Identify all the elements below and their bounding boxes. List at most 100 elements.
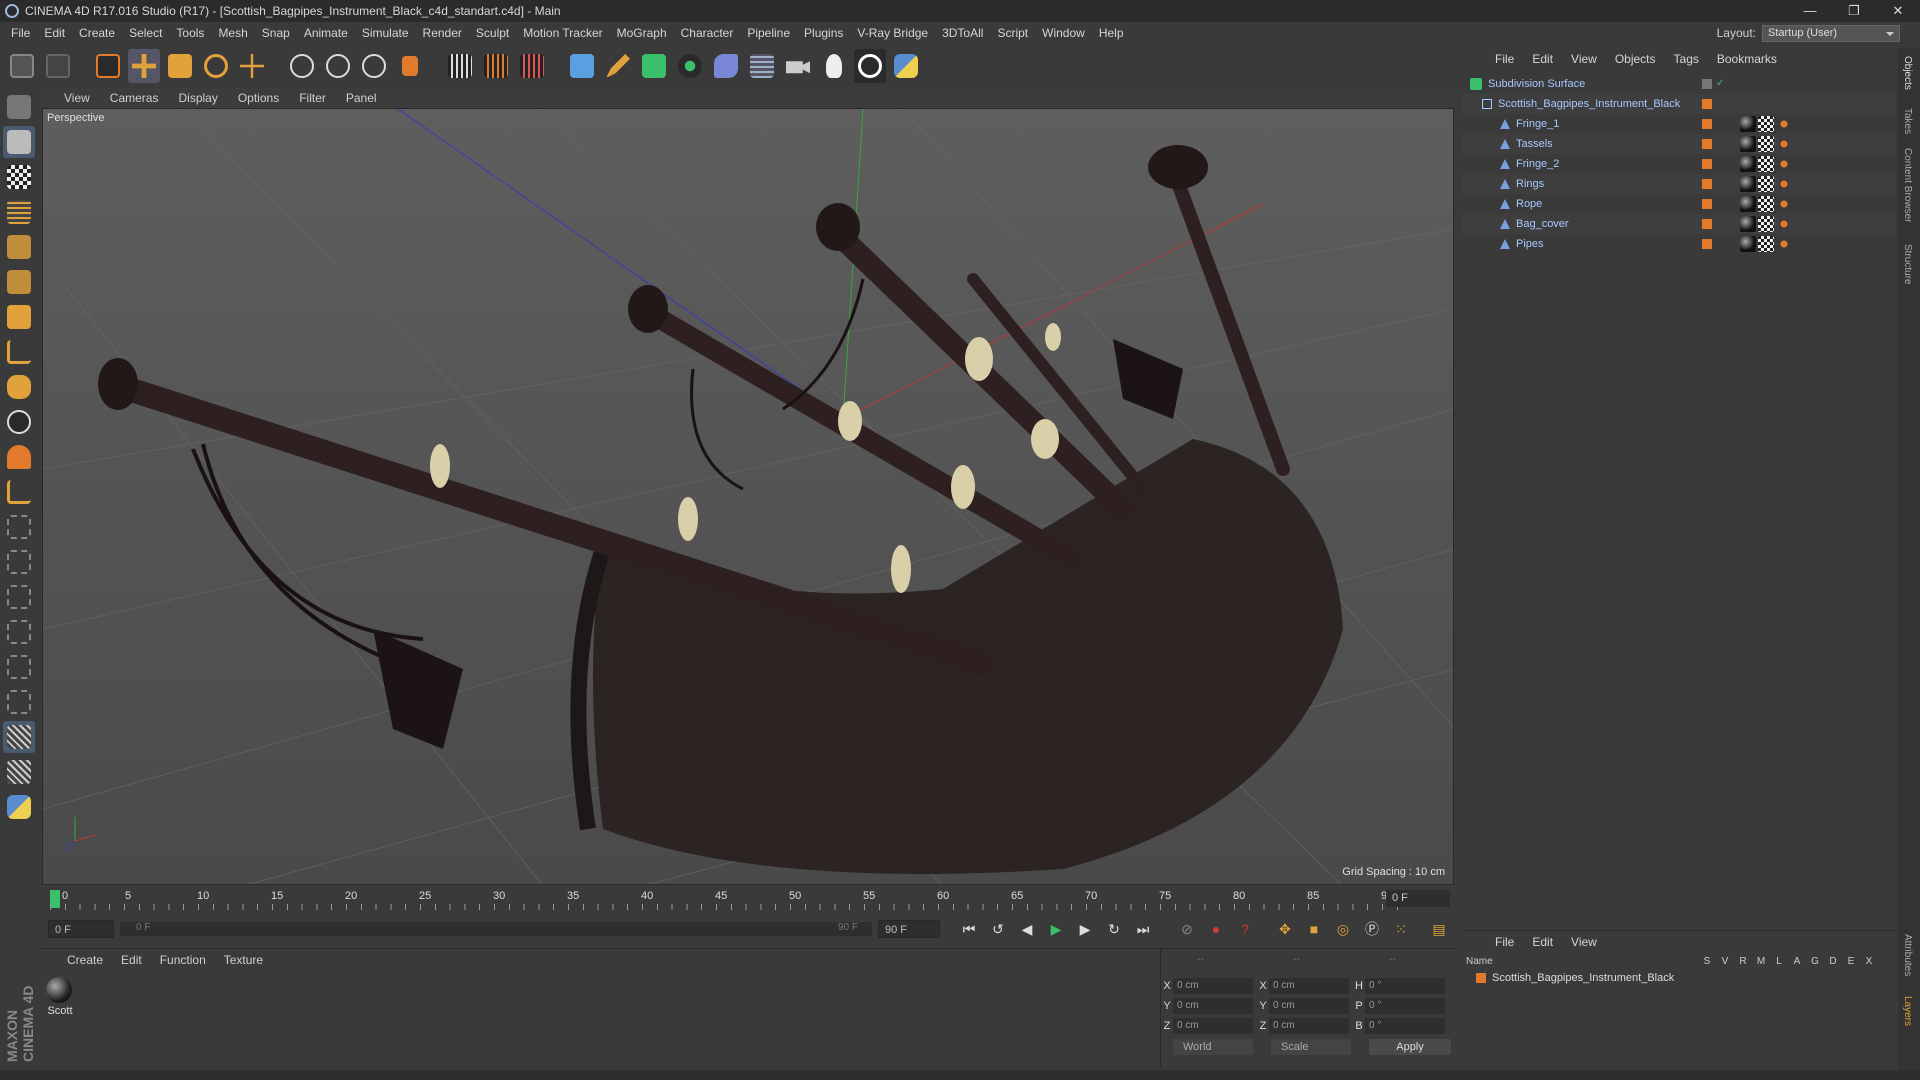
- material-tag-icon[interactable]: [1740, 156, 1756, 172]
- close-button[interactable]: ✕: [1876, 0, 1920, 22]
- menu-file[interactable]: File: [4, 26, 37, 40]
- size-y-field[interactable]: 0 cm: [1269, 998, 1349, 1014]
- menu-character[interactable]: Character: [674, 26, 741, 40]
- side-tab-objects[interactable]: Objects: [1902, 56, 1913, 90]
- undo-button[interactable]: [6, 49, 38, 83]
- material-menu-edit[interactable]: Edit: [112, 953, 151, 967]
- viewport-menu-cameras[interactable]: Cameras: [100, 91, 169, 105]
- om-menu-objects[interactable]: Objects: [1606, 52, 1665, 66]
- object-row-rope[interactable]: Rope: [1462, 194, 1896, 214]
- light-button[interactable]: [818, 49, 850, 83]
- tweak-mode-button[interactable]: [3, 371, 35, 403]
- rotation-p-field[interactable]: 0 °: [1365, 998, 1445, 1014]
- parameter-key-button[interactable]: Ⓟ: [1359, 916, 1385, 942]
- object-row-pipes[interactable]: Pipes: [1462, 234, 1896, 254]
- lock-grid-button[interactable]: [3, 721, 35, 753]
- python-tool-button[interactable]: [3, 791, 35, 823]
- uvw-tag-icon[interactable]: [1758, 236, 1774, 252]
- z-axis-lock-button[interactable]: [358, 49, 390, 83]
- om-menu-tags[interactable]: Tags: [1665, 52, 1708, 66]
- timeline-ruler[interactable]: 0 5 10 15 20 25 30 35 40 45 50 55 60 65 …: [50, 890, 1400, 910]
- menu-create[interactable]: Create: [72, 26, 122, 40]
- snap-button[interactable]: [3, 441, 35, 473]
- play-button[interactable]: ▶: [1043, 916, 1069, 942]
- side-tab-structure[interactable]: Structure: [1902, 244, 1913, 285]
- object-row-fringe-1[interactable]: Fringe_1: [1462, 114, 1896, 134]
- material-menu-function[interactable]: Function: [151, 953, 215, 967]
- uvw-tag-icon[interactable]: [1758, 176, 1774, 192]
- viewport-menu-options[interactable]: Options: [228, 91, 289, 105]
- render-picture-viewer-button[interactable]: [480, 49, 512, 83]
- frame-range-slider[interactable]: 0 F 90 F: [120, 922, 872, 936]
- menu-motion-tracker[interactable]: Motion Tracker: [516, 26, 609, 40]
- material-tag-icon[interactable]: [1740, 136, 1756, 152]
- rotation-key-button[interactable]: ◎: [1330, 916, 1356, 942]
- coordinate-system-button[interactable]: [394, 49, 426, 83]
- position-z-field[interactable]: 0 cm: [1173, 1018, 1253, 1034]
- layer-row[interactable]: Scottish_Bagpipes_Instrument_Black: [1462, 969, 1896, 987]
- menu-3dtoall[interactable]: 3DToAll: [935, 26, 990, 40]
- menu-script[interactable]: Script: [990, 26, 1035, 40]
- lm-menu-file[interactable]: File: [1486, 935, 1523, 949]
- material-swatch[interactable]: Scott: [46, 977, 74, 1017]
- object-row-bagpipes-null[interactable]: Scottish_Bagpipes_Instrument_Black: [1462, 94, 1896, 114]
- recent-tool-button[interactable]: [236, 49, 268, 83]
- object-row-fringe-2[interactable]: Fringe_2: [1462, 154, 1896, 174]
- material-tag-icon[interactable]: [1740, 176, 1756, 192]
- material-tag-icon[interactable]: [1740, 196, 1756, 212]
- x-axis-lock-button[interactable]: [286, 49, 318, 83]
- menu-pipeline[interactable]: Pipeline: [740, 26, 797, 40]
- viewport-menu-panel[interactable]: Panel: [336, 91, 387, 105]
- rotate-tool-button[interactable]: [200, 49, 232, 83]
- side-tab-takes[interactable]: Takes: [1902, 108, 1913, 134]
- phong-tag-icon[interactable]: [1776, 156, 1792, 172]
- viewport-menu-view[interactable]: View: [54, 91, 100, 105]
- live-selection-button[interactable]: [92, 49, 124, 83]
- render-view-button[interactable]: [444, 49, 476, 83]
- workplane-mode-button[interactable]: [3, 196, 35, 228]
- texture-mode-button[interactable]: [3, 161, 35, 193]
- point-level-key-button[interactable]: ⁙: [1388, 916, 1414, 942]
- previous-frame-button[interactable]: ◀: [1014, 916, 1040, 942]
- paint-button[interactable]: [3, 756, 35, 788]
- solo-button[interactable]: [3, 406, 35, 438]
- autokey-button[interactable]: ●: [1203, 916, 1229, 942]
- plugin-s-button[interactable]: [854, 49, 886, 83]
- apply-button[interactable]: Apply: [1369, 1039, 1451, 1055]
- record-keys-button[interactable]: ⊘: [1174, 916, 1200, 942]
- locked-workplane-button[interactable]: [3, 511, 35, 543]
- go-to-start-button[interactable]: ⏮: [956, 916, 982, 942]
- material-tag-icon[interactable]: [1740, 236, 1756, 252]
- redo-button[interactable]: [42, 49, 74, 83]
- grid-button[interactable]: [3, 686, 35, 718]
- material-tag-icon[interactable]: [1740, 116, 1756, 132]
- menu-vray-bridge[interactable]: V-Ray Bridge: [850, 26, 935, 40]
- deformer-button[interactable]: [710, 49, 742, 83]
- menu-mograph[interactable]: MoGraph: [610, 26, 674, 40]
- menu-edit[interactable]: Edit: [37, 26, 72, 40]
- menu-help[interactable]: Help: [1092, 26, 1131, 40]
- next-key-button[interactable]: ↻: [1101, 916, 1127, 942]
- phong-tag-icon[interactable]: [1776, 216, 1792, 232]
- previous-key-button[interactable]: ↺: [985, 916, 1011, 942]
- model-mode-button[interactable]: [3, 126, 35, 158]
- workplane-x-button[interactable]: [3, 581, 35, 613]
- om-menu-view[interactable]: View: [1562, 52, 1606, 66]
- next-frame-button[interactable]: ▶: [1072, 916, 1098, 942]
- restore-button[interactable]: ❐: [1832, 0, 1876, 22]
- keyframe-selection-button[interactable]: ?: [1232, 916, 1258, 942]
- minimize-button[interactable]: —: [1788, 0, 1832, 22]
- menu-plugins[interactable]: Plugins: [797, 26, 850, 40]
- phong-tag-icon[interactable]: [1776, 176, 1792, 192]
- phong-tag-icon[interactable]: [1776, 136, 1792, 152]
- object-row-bag-cover[interactable]: Bag_cover: [1462, 214, 1896, 234]
- workplane-y-button[interactable]: [3, 616, 35, 648]
- om-menu-bookmarks[interactable]: Bookmarks: [1708, 52, 1786, 66]
- timeline[interactable]: 0 5 10 15 20 25 30 35 40 45 50 55 60 65 …: [42, 888, 1454, 912]
- size-mode-dropdown[interactable]: Scale: [1271, 1039, 1351, 1055]
- material-menu-create[interactable]: Create: [58, 953, 112, 967]
- edges-mode-button[interactable]: [3, 266, 35, 298]
- om-menu-edit[interactable]: Edit: [1523, 52, 1562, 66]
- start-frame-field[interactable]: 0 F: [48, 920, 114, 938]
- rotation-h-field[interactable]: 0 °: [1365, 978, 1445, 994]
